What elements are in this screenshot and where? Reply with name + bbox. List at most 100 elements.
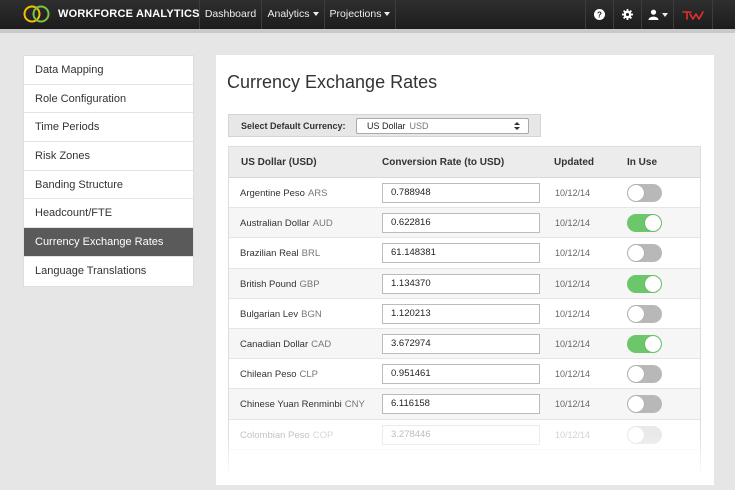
sidebar-item-data-mapping[interactable]: Data Mapping — [24, 56, 193, 85]
settings-button[interactable] — [613, 0, 641, 29]
table-row: Canadian Dollar CAD 3.672974 10/12/14 — [229, 328, 700, 360]
updated-date: 10/12/14 — [555, 338, 591, 349]
conversion-rate-input[interactable]: 1.120213 — [382, 303, 540, 324]
brand-name: WORKFORCE ANALYTICS — [58, 8, 200, 20]
sidebar-item-label: Data Mapping — [35, 64, 104, 76]
updated-date: 10/12/14 — [555, 278, 591, 289]
updated-date: 10/12/14 — [555, 369, 591, 380]
updated-date: 10/12/14 — [555, 248, 591, 259]
currency-name: Australian Dollar — [240, 218, 310, 230]
currency-name-cell: Argentine Peso ARS — [240, 188, 328, 199]
help-button[interactable]: ? — [585, 0, 613, 29]
currency-name-cell: Colombian Peso COP — [240, 430, 333, 441]
nav-analytics[interactable]: Analytics — [261, 0, 324, 29]
nav-projections-label: Projections — [329, 8, 382, 20]
updated-date: 10/12/14 — [555, 308, 591, 319]
updated-date: 10/12/14 — [555, 218, 591, 229]
currency-name-cell: Chilean Peso CLP — [240, 369, 318, 380]
currency-code: CAD — [311, 338, 332, 350]
currency-name-cell: Australian Dollar AUD — [240, 218, 333, 229]
conversion-rate-input[interactable]: 1.134370 — [382, 273, 540, 294]
conversion-rate-input[interactable]: 6.116158 — [382, 394, 540, 415]
page-title: Currency Exchange Rates — [227, 72, 438, 92]
brand[interactable]: WORKFORCE ANALYTICS — [0, 0, 200, 29]
in-use-toggle[interactable] — [627, 214, 662, 233]
currency-name-cell: British Pound GBP — [240, 279, 320, 290]
updated-date: 10/12/14 — [555, 188, 591, 198]
sidebar-item-label: Language Translations — [35, 264, 147, 277]
currency-name: Chilean Peso — [240, 369, 297, 381]
sidebar-item-label: Currency Exchange Rates — [35, 236, 164, 249]
table-row: British Pound GBP 1.134370 10/12/14 — [229, 268, 700, 299]
navbar-divider — [0, 29, 735, 33]
currency-name: Bulgarian Lev — [240, 308, 299, 320]
sidebar-item-time-periods[interactable]: Time Periods — [24, 113, 193, 143]
currency-name: British Pound — [240, 278, 297, 290]
currency-code: CLP — [299, 369, 318, 381]
header-in-use: In Use — [627, 157, 658, 168]
chevron-down-icon — [384, 12, 391, 17]
main-panel: Currency Exchange Rates Select Default C… — [216, 55, 714, 485]
toggle-knob — [628, 305, 644, 322]
nav-projections[interactable]: Projections — [324, 0, 396, 29]
updated-date: 10/12/14 — [555, 429, 591, 440]
conversion-rate-input[interactable]: 0.622816 — [382, 213, 540, 234]
toggle-knob — [628, 426, 644, 443]
currency-code: BRL — [301, 248, 321, 260]
nav-dashboard[interactable]: Dashboard — [199, 0, 261, 29]
table-body: Argentine Peso ARS 0.788948 10/12/14 Austral… — [229, 178, 700, 450]
in-use-toggle[interactable] — [627, 244, 662, 263]
sidebar-item-currency-exchange-rates[interactable]: Currency Exchange Rates — [24, 228, 193, 257]
selected-currency-code: USD — [409, 121, 429, 131]
currency-name-cell: Chinese Yuan Renminbi CNY — [240, 399, 365, 410]
conversion-rate-input[interactable]: 61.148381 — [382, 243, 540, 264]
default-currency-select[interactable]: US Dollar USD — [356, 118, 529, 134]
conversion-rate-input[interactable]: 0.951461 — [382, 364, 540, 385]
sidebar-item-banding-structure[interactable]: Banding Structure — [24, 171, 193, 200]
conversion-rate-input[interactable]: 0.788948 — [382, 183, 540, 203]
table-row: Colombian Peso COP 3.278446 10/12/14 — [229, 420, 700, 450]
in-use-toggle[interactable] — [627, 184, 662, 202]
table-row: Chilean Peso CLP 0.951461 10/12/14 — [229, 359, 700, 390]
sidebar-item-label: Time Periods — [35, 121, 100, 134]
svg-text:?: ? — [597, 11, 602, 20]
user-menu-button[interactable] — [641, 0, 673, 29]
toggle-knob — [645, 335, 661, 352]
help-icon: ? — [594, 9, 605, 20]
in-use-toggle[interactable] — [627, 365, 662, 384]
in-use-toggle[interactable] — [627, 334, 662, 353]
select-arrows-icon — [514, 122, 520, 130]
header-updated: Updated — [554, 157, 594, 168]
sidebar-item-label: Risk Zones — [35, 150, 91, 163]
sidebar-item-role-configuration[interactable]: Role Configuration — [24, 85, 193, 114]
chevron-down-icon — [661, 12, 668, 17]
nav-analytics-label: Analytics — [267, 8, 310, 20]
toggle-knob — [628, 245, 644, 262]
toggle-knob — [645, 215, 661, 232]
partner-logo[interactable] — [673, 0, 713, 29]
chevron-down-icon — [312, 12, 319, 17]
table-row: Chinese Yuan Renminbi CNY 6.116158 10/12/14 — [229, 389, 700, 420]
in-use-toggle[interactable] — [627, 304, 662, 323]
currency-code: CNY — [344, 399, 365, 411]
sidebar-item-label: Headcount/FTE — [35, 207, 113, 220]
conversion-rate-input[interactable]: 3.278446 — [382, 424, 540, 445]
header-conversion-rate: Conversion Rate (to USD) — [382, 157, 505, 168]
exchange-rate-table: US Dollar (USD) Conversion Rate (to USD)… — [228, 146, 701, 485]
tw-logo-icon — [682, 10, 704, 20]
currency-name: Brazilian Real — [240, 248, 299, 260]
conversion-rate-input[interactable]: 3.672974 — [382, 333, 540, 354]
currency-name-cell: Bulgarian Lev BGN — [240, 309, 322, 320]
in-use-toggle[interactable] — [627, 425, 662, 444]
table-header: US Dollar (USD) Conversion Rate (to USD)… — [229, 147, 700, 178]
sidebar-item-language-translations[interactable]: Language Translations — [24, 257, 193, 286]
table-row: Argentine Peso ARS 0.788948 10/12/14 — [229, 178, 700, 209]
toggle-knob — [628, 366, 644, 383]
user-icon — [648, 9, 658, 20]
sidebar-item-risk-zones[interactable]: Risk Zones — [24, 142, 193, 171]
in-use-toggle[interactable] — [627, 274, 662, 293]
logo-icon — [23, 5, 50, 23]
settings-sidebar: Data Mapping Role Configuration Time Per… — [23, 55, 194, 287]
in-use-toggle[interactable] — [627, 395, 662, 414]
sidebar-item-headcount-fte[interactable]: Headcount/FTE — [24, 199, 193, 229]
